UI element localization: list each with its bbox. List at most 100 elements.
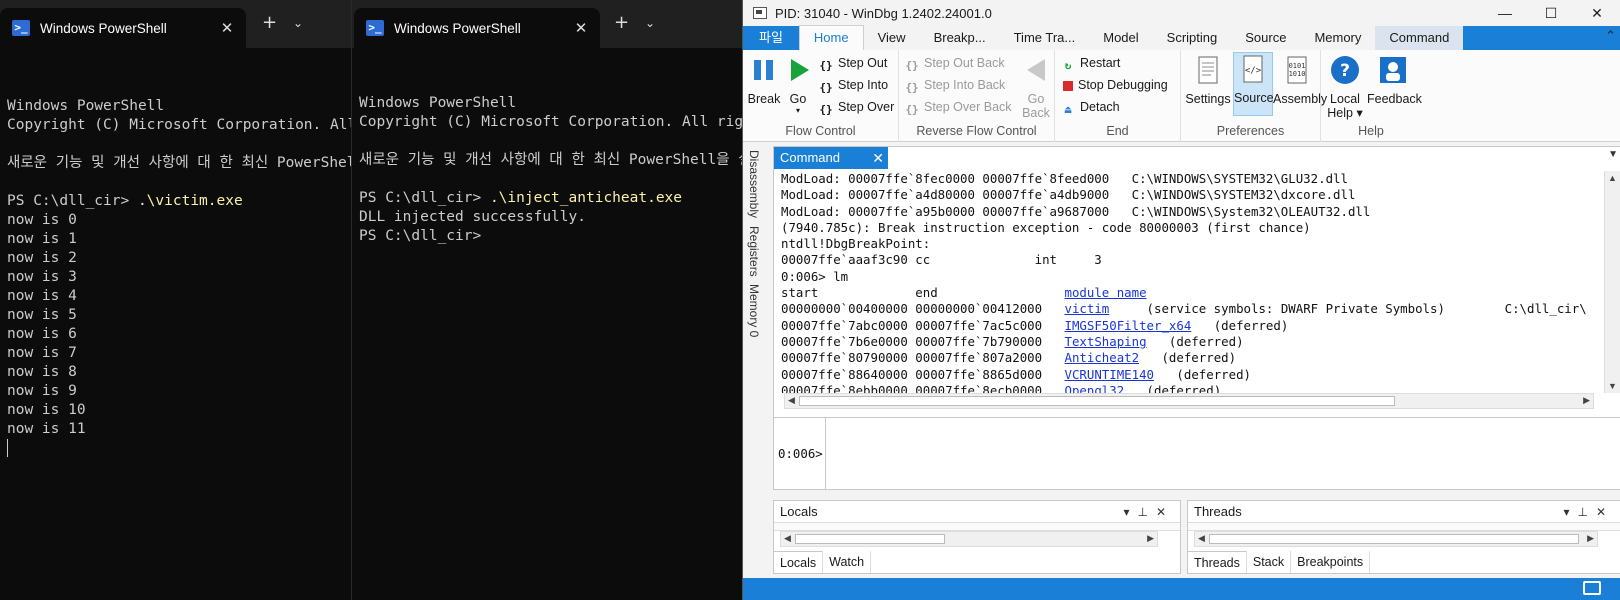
scroll-left-icon[interactable]: ◀	[788, 395, 795, 406]
scroll-left-icon[interactable]: ◀	[1198, 533, 1205, 544]
ribbon-collapse-icon[interactable]: ⌃	[1605, 28, 1616, 44]
minimize-icon[interactable]: —	[1482, 5, 1528, 21]
tab-watch[interactable]: Watch	[823, 551, 872, 573]
command-tab[interactable]: Command ✕	[774, 147, 888, 169]
output-line: 00007ffe`7abc0000 00007ffe`7ac5c000 IMGS…	[781, 318, 1588, 334]
terminal-output[interactable]: Windows PowerShell Copyright (C) Microsof…	[352, 48, 742, 246]
step-over-back-button[interactable]: {} Step Over Back	[905, 97, 1011, 117]
pin-icon[interactable]: ⊥	[1577, 505, 1595, 519]
powershell-window-victim: >_ Windows PowerShell ✕ + ⌄ Windows Powe…	[0, 0, 352, 600]
scroll-left-icon[interactable]: ◀	[784, 533, 791, 544]
command-output[interactable]: ModLoad: 00007ffe`8fec0000 00007ffe`8fee…	[774, 171, 1588, 393]
assembly-button[interactable]: 0101 1010 Assembly	[1273, 54, 1327, 106]
terminal-tab[interactable]: >_ Windows PowerShell ✕	[0, 8, 246, 48]
output-line: now is 2	[7, 250, 77, 266]
group-reverse-flow-control: {} Step Out Back {} Step Into Back {} Step …	[899, 50, 1055, 142]
tab-threads[interactable]: Threads	[1188, 551, 1247, 573]
new-tab-icon[interactable]: +	[262, 12, 277, 33]
close-icon[interactable]: ✕	[218, 19, 236, 37]
scroll-thumb[interactable]	[795, 534, 945, 544]
horizontal-scrollbar[interactable]: ◀ ▶	[1194, 531, 1598, 547]
module-link[interactable]: IMGSF50Filter_x64	[1064, 318, 1191, 333]
locals-tabs: Locals Watch	[774, 551, 872, 573]
close-icon[interactable]: ✕	[1156, 505, 1174, 519]
terminal-output[interactable]: Windows PowerShell Copyright (C) Microsof…	[0, 48, 351, 458]
chevron-down-icon[interactable]: ▼	[1608, 149, 1618, 160]
module-link[interactable]: TextShaping	[1064, 334, 1146, 349]
prompt-line: PS C:\dll_cir>	[359, 228, 482, 244]
scroll-right-icon[interactable]: ▶	[1587, 533, 1594, 544]
scroll-thumb[interactable]	[1209, 534, 1579, 544]
scroll-up-icon[interactable]: ▲	[1608, 173, 1617, 183]
module-link[interactable]: module name	[1064, 285, 1146, 300]
step-into-icon: {}	[819, 81, 833, 94]
chevron-down-icon[interactable]: ⌄	[293, 16, 303, 30]
go-button[interactable]: Go ▾	[783, 54, 813, 115]
close-icon[interactable]: ✕	[872, 147, 884, 169]
tab-time-travel[interactable]: Time Tra...	[999, 26, 1090, 50]
tab-view[interactable]: View	[863, 26, 920, 50]
settings-button[interactable]: Settings	[1185, 54, 1231, 106]
module-link[interactable]: victim	[1064, 301, 1109, 316]
eject-icon: ⏏	[1064, 103, 1072, 116]
scroll-down-icon[interactable]: ▼	[1608, 381, 1617, 391]
new-tab-icon[interactable]: +	[614, 12, 629, 33]
stop-debugging-button[interactable]: Stop Debugging	[1061, 75, 1168, 95]
tab-disassembly[interactable]: Disassembly	[747, 150, 761, 218]
tab-registers[interactable]: Registers	[747, 226, 761, 277]
dropdown-icon[interactable]: ▾	[1563, 505, 1577, 519]
output-line: now is 10	[7, 402, 86, 418]
command-input-area: 0:006>	[774, 417, 1620, 490]
step-out-back-button[interactable]: {} Step Out Back	[905, 53, 1004, 73]
chat-icon[interactable]	[1583, 581, 1601, 595]
title-bar[interactable]: PID: 31040 - WinDbg 1.2402.24001.0 — ☐ ✕	[743, 0, 1620, 26]
play-icon	[791, 59, 809, 81]
break-button[interactable]: Break	[747, 54, 781, 106]
tab-model[interactable]: Model	[1089, 26, 1153, 50]
detach-button[interactable]: ⏏ Detach	[1061, 97, 1120, 117]
horizontal-scrollbar[interactable]: ◀ ▶	[784, 393, 1594, 409]
tab-memory[interactable]: Memory	[1300, 26, 1376, 50]
tab-breakpoints[interactable]: Breakpoints	[1291, 551, 1371, 573]
maximize-icon[interactable]: ☐	[1528, 5, 1574, 22]
tab-home[interactable]: Home	[798, 25, 864, 50]
module-link[interactable]: VCRUNTIME140	[1064, 367, 1154, 382]
feedback-button[interactable]: Feedback	[1367, 54, 1422, 106]
tab-source[interactable]: Source	[1231, 26, 1301, 50]
scroll-right-icon[interactable]: ▶	[1583, 395, 1590, 406]
horizontal-scrollbar[interactable]: ◀ ▶	[780, 531, 1158, 547]
restart-button[interactable]: ↻ Restart	[1061, 53, 1121, 73]
output-line: start end module name	[781, 285, 1588, 301]
source-button[interactable]: </> Source	[1233, 52, 1274, 116]
pin-icon[interactable]: ⊥	[1137, 505, 1155, 519]
chevron-down-icon[interactable]: ⌄	[645, 16, 655, 30]
vertical-scrollbar[interactable]: ▲ ▼	[1604, 171, 1620, 393]
tab-file[interactable]: 파일	[743, 26, 799, 50]
module-link[interactable]: Opengl32	[1064, 383, 1124, 393]
dropdown-icon[interactable]: ▾	[1123, 505, 1137, 519]
step-into-back-button[interactable]: {} Step Into Back	[905, 75, 1005, 95]
output-text: (deferred)	[1124, 382, 1222, 393]
step-into-button[interactable]: {} Step Into	[819, 75, 888, 95]
tab-command[interactable]: Command	[1375, 26, 1464, 50]
scroll-right-icon[interactable]: ▶	[1147, 533, 1154, 544]
local-help-button[interactable]: ? Local Help ▾	[1323, 54, 1367, 120]
go-back-button[interactable]: Go Back	[1021, 54, 1051, 120]
terminal-tab[interactable]: >_ Windows PowerShell ✕	[354, 8, 600, 48]
module-link[interactable]: Anticheat2	[1064, 350, 1139, 365]
close-icon[interactable]: ✕	[1596, 505, 1614, 519]
step-over-button[interactable]: {} Step Over	[819, 97, 894, 117]
step-out-button[interactable]: {} Step Out	[819, 53, 887, 73]
tab-stack[interactable]: Stack	[1247, 551, 1292, 573]
close-icon[interactable]: ✕	[1574, 5, 1620, 22]
output-line: 0:006> lm	[781, 269, 1588, 285]
tab-memory-0[interactable]: Memory 0	[747, 284, 761, 337]
command-input[interactable]	[830, 422, 1610, 484]
tab-scripting[interactable]: Scripting	[1152, 26, 1232, 50]
tab-locals[interactable]: Locals	[774, 551, 824, 573]
close-icon[interactable]: ✕	[572, 19, 590, 37]
tab-breakpoints[interactable]: Breakp...	[919, 26, 1000, 50]
stop-icon	[1063, 81, 1073, 91]
scroll-thumb[interactable]	[799, 396, 1395, 406]
